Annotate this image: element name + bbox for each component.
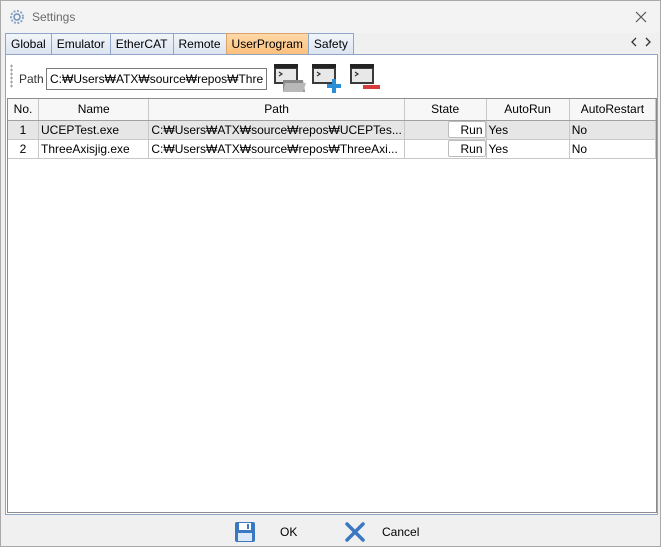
tab-ethercat[interactable]: EtherCAT <box>109 33 174 54</box>
browse-folder-button[interactable] <box>273 62 307 94</box>
path-toolbar: Path <box>7 56 657 96</box>
tab-strip: Global Emulator EtherCAT Remote UserProg… <box>5 33 354 54</box>
path-input[interactable] <box>46 68 267 90</box>
run-button[interactable]: Run <box>447 121 486 138</box>
cell-autorun[interactable]: Yes <box>486 139 570 159</box>
cancel-label: Cancel <box>382 525 420 539</box>
scroll-left-icon[interactable] <box>630 37 638 47</box>
column-header-state[interactable]: State <box>404 99 487 121</box>
cell-state: Run <box>404 120 487 140</box>
table-header: No. Name Path State AutoRun AutoRestart <box>8 99 657 121</box>
add-program-button[interactable] <box>311 62 345 94</box>
table-row[interactable]: 1 UCEPTest.exe C:₩Users₩ATX₩source₩repos… <box>8 120 657 140</box>
column-header-autorestart[interactable]: AutoRestart <box>569 99 657 121</box>
tab-safety[interactable]: Safety <box>307 33 354 54</box>
cell-no: 2 <box>8 139 40 159</box>
cell-no: 1 <box>8 120 40 140</box>
cell-autorestart[interactable]: No <box>569 139 657 159</box>
tab-emulator[interactable]: Emulator <box>50 33 111 54</box>
program-table: No. Name Path State AutoRun AutoRestart … <box>7 98 657 513</box>
tab-userprogram[interactable]: UserProgram <box>225 33 309 54</box>
dialog-button-bar: OK Cancel <box>1 516 660 546</box>
tab-scroll-buttons <box>630 35 652 49</box>
remove-program-icon <box>350 64 380 89</box>
settings-window: Settings Global Emulator EtherCAT Remote… <box>0 0 661 547</box>
cell-state: Run <box>404 139 487 159</box>
scroll-right-icon[interactable] <box>644 37 652 47</box>
cell-name[interactable]: ThreeAxisjig.exe <box>38 139 150 159</box>
run-button[interactable]: Run <box>447 140 486 157</box>
close-button[interactable] <box>628 5 654 29</box>
title-bar: Settings <box>1 1 660 33</box>
save-icon <box>235 522 255 542</box>
toolbar-grip <box>10 64 13 88</box>
add-program-icon <box>312 64 341 93</box>
column-header-name[interactable]: Name <box>38 99 150 121</box>
column-header-path[interactable]: Path <box>148 99 405 121</box>
browse-folder-icon <box>274 64 306 92</box>
remove-program-button[interactable] <box>349 62 383 94</box>
cancel-icon <box>345 522 365 542</box>
gear-icon <box>9 9 25 25</box>
cell-autorestart[interactable]: No <box>569 120 657 140</box>
cell-path[interactable]: C:₩Users₩ATX₩source₩repos₩ThreeAxi... <box>148 139 405 159</box>
column-header-autorun[interactable]: AutoRun <box>486 99 570 121</box>
cell-path[interactable]: C:₩Users₩ATX₩source₩repos₩UCEPTes... <box>148 120 405 140</box>
column-header-no[interactable]: No. <box>8 99 40 121</box>
ok-button[interactable]: OK <box>234 519 297 545</box>
tab-remote[interactable]: Remote <box>172 33 227 54</box>
path-label: Path <box>19 72 44 86</box>
cancel-button[interactable]: Cancel <box>344 519 419 545</box>
cell-autorun[interactable]: Yes <box>486 120 570 140</box>
table-row[interactable]: 2 ThreeAxisjig.exe C:₩Users₩ATX₩source₩r… <box>8 139 657 159</box>
cell-name[interactable]: UCEPTest.exe <box>38 120 150 140</box>
tab-global[interactable]: Global <box>5 33 52 54</box>
ok-label: OK <box>280 525 298 539</box>
window-title: Settings <box>32 10 76 24</box>
close-icon <box>635 11 647 23</box>
userprogram-panel: Path C:₩Users₩ATX₩source₩repos₩ThreeAxis… <box>5 54 658 515</box>
